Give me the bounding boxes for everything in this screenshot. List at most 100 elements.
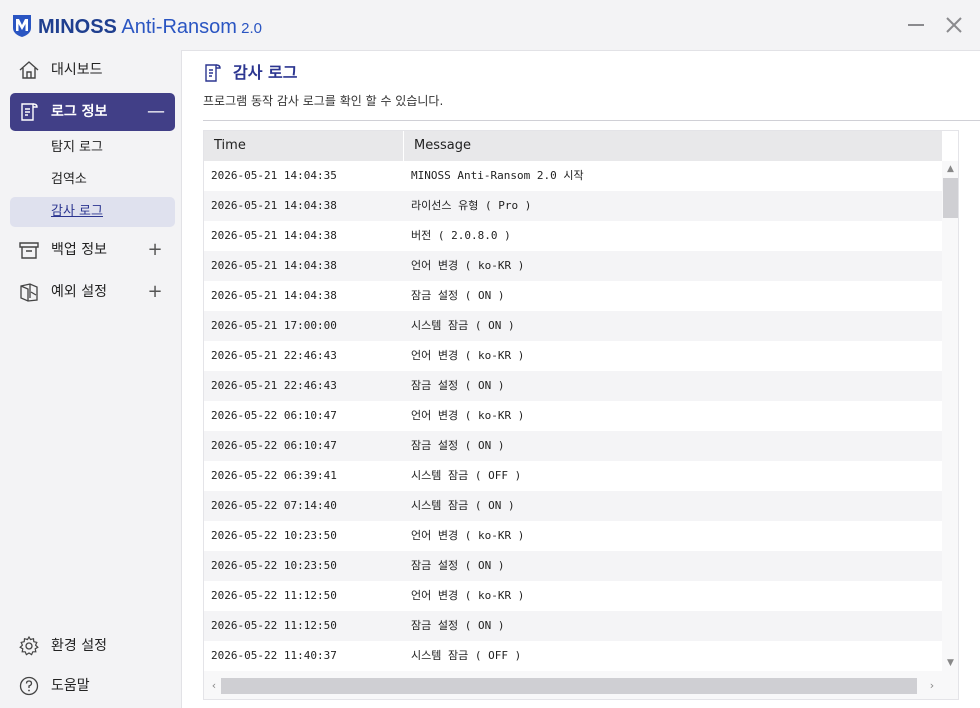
scroll-down-icon[interactable]: ▼ [942,657,958,669]
sidebar-subitem-quarantine[interactable]: 검역소 [10,165,175,195]
table-row[interactable]: 2026-05-21 22:46:43 언어 변경 ( ko-KR ) [204,341,942,371]
scroll-right-icon[interactable]: › [926,678,938,694]
column-header-time[interactable]: Time [214,138,246,154]
exception-icon [20,283,38,302]
cell-time: 2026-05-22 06:10:47 [211,439,337,452]
expand-icon[interactable]: + [147,240,163,260]
sidebar-item-label: 예외 설정 [51,284,107,300]
sidebar-item-help[interactable]: 도움말 [10,667,175,705]
table-row[interactable]: 2026-05-22 07:14:40 시스템 잠금 ( ON ) [204,491,942,521]
table-row[interactable]: 2026-05-22 06:39:41 시스템 잠금 ( OFF ) [204,461,942,491]
cell-message: MINOSS Anti-Ransom 2.0 시작 [411,169,584,182]
sidebar-subitem-label: 감사 로그 [51,204,103,219]
sidebar-item-label: 대시보드 [51,62,103,78]
cell-time: 2026-05-21 14:04:38 [211,199,337,212]
cell-time: 2026-05-21 17:00:00 [211,319,337,332]
cell-time: 2026-05-21 14:04:38 [211,229,337,242]
horizontal-scroll-thumb[interactable] [221,678,917,694]
table-row[interactable]: 2026-05-21 14:04:35 MINOSS Anti-Ransom 2.… [204,161,942,191]
gear-icon [19,635,39,656]
table-header: Time Message [204,131,942,161]
minimize-button[interactable] [906,14,926,36]
page-description: 프로그램 동작 감사 로그를 확인 할 수 있습니다. [203,94,444,108]
sidebar: 대시보드 로그 정보 — 탐지 로그 검역소 감사 로그 백업 정보 + 예외 … [0,50,181,708]
cell-time: 2026-05-21 14:04:38 [211,259,337,272]
table-body: 2026-05-21 14:04:35 MINOSS Anti-Ransom 2.… [204,161,942,671]
cell-message: 시스템 잠금 ( ON ) [411,319,515,332]
collapse-icon[interactable]: — [147,102,165,122]
app-version: 2.0 [236,20,262,37]
cell-time: 2026-05-22 11:12:50 [211,619,337,632]
table-row[interactable]: 2026-05-21 22:46:43 잠금 설정 ( ON ) [204,371,942,401]
scroll-up-icon[interactable]: ▲ [942,163,958,175]
sidebar-item-label: 도움말 [51,678,90,694]
sidebar-subitem-label: 검역소 [51,172,87,187]
sidebar-item-settings[interactable]: 환경 설정 [10,627,175,665]
sidebar-item-log-info[interactable]: 로그 정보 — [10,93,175,131]
home-icon [19,61,39,79]
table-row[interactable]: 2026-05-22 11:12:50 언어 변경 ( ko-KR ) [204,581,942,611]
column-header-message[interactable]: Message [414,138,471,154]
table-row[interactable]: 2026-05-21 14:04:38 잠금 설정 ( ON ) [204,281,942,311]
cell-message: 잠금 설정 ( ON ) [411,379,505,392]
sidebar-subitem-audit-log[interactable]: 감사 로그 [10,197,175,227]
main-panel: 감사 로그 프로그램 동작 감사 로그를 확인 할 수 있습니다. Time M… [181,50,980,708]
close-button[interactable] [944,14,964,36]
divider [203,120,980,121]
table-row[interactable]: 2026-05-22 06:10:47 언어 변경 ( ko-KR ) [204,401,942,431]
expand-icon[interactable]: + [147,282,163,302]
cell-message: 시스템 잠금 ( OFF ) [411,469,522,482]
cell-time: 2026-05-22 10:23:50 [211,559,337,572]
cell-time: 2026-05-21 14:04:38 [211,289,337,302]
sidebar-item-label: 로그 정보 [51,104,108,120]
sidebar-subitem-detection-log[interactable]: 탐지 로그 [10,133,175,163]
sidebar-item-label: 환경 설정 [51,638,107,654]
vertical-scroll-thumb[interactable] [943,178,958,218]
cell-message: 라이선스 유형 ( Pro ) [411,199,532,212]
table-row[interactable]: 2026-05-21 17:00:00 시스템 잠금 ( ON ) [204,311,942,341]
cell-message: 언어 변경 ( ko-KR ) [411,259,525,272]
cell-time: 2026-05-21 22:46:43 [211,349,337,362]
table-row[interactable]: 2026-05-22 11:40:37 시스템 잠금 ( OFF ) [204,641,942,671]
cell-time: 2026-05-21 22:46:43 [211,379,337,392]
sidebar-item-exception-settings[interactable]: 예외 설정 + [10,273,175,311]
table-row[interactable]: 2026-05-22 10:23:50 잠금 설정 ( ON ) [204,551,942,581]
cell-time: 2026-05-22 11:40:37 [211,649,337,662]
app-logo-icon [13,15,31,37]
audit-log-table: Time Message 2026-05-21 14:04:35 MINOSS A… [203,130,959,700]
table-row[interactable]: 2026-05-22 10:23:50 언어 변경 ( ko-KR ) [204,521,942,551]
scroll-left-icon[interactable]: ‹ [208,678,220,694]
horizontal-scrollbar[interactable]: ‹ › [204,671,958,699]
log-icon [21,103,38,121]
cell-message: 버전 ( 2.0.8.0 ) [411,229,511,242]
cell-time: 2026-05-22 07:14:40 [211,499,337,512]
app-product-name: Anti-Ransom [116,16,237,38]
table-row[interactable]: 2026-05-21 14:04:38 버전 ( 2.0.8.0 ) [204,221,942,251]
sidebar-subitem-label: 탐지 로그 [51,140,103,155]
cell-time: 2026-05-22 10:23:50 [211,529,337,542]
cell-message: 시스템 잠금 ( OFF ) [411,649,522,662]
sidebar-item-backup-info[interactable]: 백업 정보 + [10,231,175,269]
sidebar-item-dashboard[interactable]: 대시보드 [10,51,175,89]
cell-message: 잠금 설정 ( ON ) [411,559,505,572]
table-row[interactable]: 2026-05-21 14:04:38 언어 변경 ( ko-KR ) [204,251,942,281]
audit-log-icon [205,64,221,82]
cell-message: 언어 변경 ( ko-KR ) [411,529,525,542]
cell-time: 2026-05-22 06:10:47 [211,409,337,422]
app-title: MINOSS Anti-Ransom 2.0 [38,13,262,42]
cell-message: 언어 변경 ( ko-KR ) [411,589,525,602]
table-row[interactable]: 2026-05-22 06:10:47 잠금 설정 ( ON ) [204,431,942,461]
title-bar: MINOSS Anti-Ransom 2.0 [0,0,980,50]
vertical-scrollbar[interactable]: ▲ ▼ [942,161,958,671]
cell-message: 시스템 잠금 ( ON ) [411,499,515,512]
table-row[interactable]: 2026-05-22 11:12:50 잠금 설정 ( ON ) [204,611,942,641]
cell-time: 2026-05-22 11:12:50 [211,589,337,602]
column-divider[interactable] [403,131,404,161]
cell-message: 잠금 설정 ( ON ) [411,289,505,302]
cell-time: 2026-05-21 14:04:35 [211,169,337,182]
cell-message: 언어 변경 ( ko-KR ) [411,409,525,422]
table-row[interactable]: 2026-05-21 14:04:38 라이선스 유형 ( Pro ) [204,191,942,221]
app-brand: MINOSS [38,16,117,38]
cell-message: 잠금 설정 ( ON ) [411,619,505,632]
cell-message: 잠금 설정 ( ON ) [411,439,505,452]
